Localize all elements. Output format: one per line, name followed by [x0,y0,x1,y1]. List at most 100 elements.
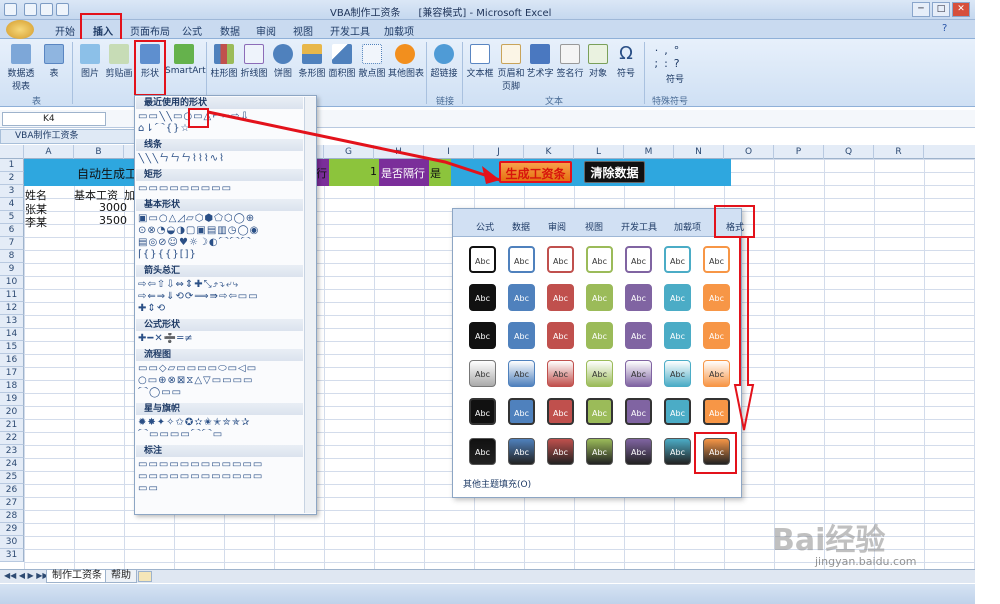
shape-row-arrows[interactable]: ⇨⇦⇧⇩⇔⇕✚⤡⤴⤵⤶⤷ [138,279,302,290]
row-header-20[interactable]: 20 [0,406,24,419]
cell-b3[interactable]: 3000 [99,201,127,214]
wordart-button[interactable]: 艺术字 [526,44,554,79]
column-header-n[interactable]: N [674,145,724,159]
style-swatch[interactable]: Abc [625,438,652,465]
cell-a4[interactable]: 李某 [25,214,47,230]
minimize-button[interactable]: ─ [912,2,930,17]
row-header-11[interactable]: 11 [0,289,24,302]
picture-button[interactable]: 图片 [78,44,102,79]
row-header-13[interactable]: 13 [0,315,24,328]
row-header-17[interactable]: 17 [0,367,24,380]
style-swatch[interactable]: Abc [703,322,730,349]
document-window-tab[interactable]: VBA制作工资条 [0,129,140,144]
style-swatch[interactable]: Abc [508,438,535,465]
sheet-tab-help[interactable]: 帮助 [105,570,137,583]
cell-b4[interactable]: 3500 [99,214,127,227]
new-sheet-icon[interactable] [138,571,152,582]
help-icon[interactable]: ? [942,23,947,34]
more-theme-fills[interactable]: 其他主题填充(O) [463,477,733,490]
style-swatch[interactable]: Abc [469,360,496,387]
style-swatch[interactable]: Abc [586,322,613,349]
column-header-p[interactable]: P [774,145,824,159]
style-swatch[interactable]: Abc [625,284,652,311]
cell-b1[interactable]: 自动生成工 [77,165,137,182]
row-header-5[interactable]: 5 [0,211,24,224]
style-swatch[interactable]: Abc [508,284,535,311]
column-header-a[interactable]: A [24,145,74,159]
tab-addins[interactable]: 加载项 [384,23,414,38]
redo-icon[interactable] [56,3,69,16]
row-header-19[interactable]: 19 [0,393,24,406]
style-swatch[interactable]: Abc [586,438,613,465]
name-box[interactable]: K4 [2,112,106,126]
style-swatch[interactable]: Abc [469,398,496,425]
style-swatch[interactable]: Abc [547,322,574,349]
gallery-tab-2[interactable]: 审阅 [548,220,566,233]
style-swatch[interactable]: Abc [547,284,574,311]
tab-formulas[interactable]: 公式 [182,23,202,38]
clipart-button[interactable]: 剪贴画 [104,44,134,79]
row-header-12[interactable]: 12 [0,302,24,315]
gallery-tab-1[interactable]: 数据 [512,220,530,233]
column-header-o[interactable]: O [724,145,774,159]
line-chart-button[interactable]: 折线图 [240,44,268,79]
row-header-10[interactable]: 10 [0,276,24,289]
style-swatch[interactable]: Abc [664,360,691,387]
office-button[interactable] [6,20,34,39]
style-swatch[interactable]: Abc [508,398,535,425]
style-swatch[interactable]: Abc [586,284,613,311]
style-swatch[interactable]: Abc [703,246,730,273]
row-header-9[interactable]: 9 [0,263,24,276]
column-chart-button[interactable]: 柱形图 [210,44,238,79]
row-header-25[interactable]: 25 [0,471,24,484]
header-footer-button[interactable]: 页眉和页脚 [496,44,526,92]
row-header-26[interactable]: 26 [0,484,24,497]
shape-row-basic[interactable]: ▣▭○△◿▱⬡⬢⬠⬡◯⊕ [138,213,302,224]
column-header-b[interactable]: B [74,145,124,159]
select-all-corner[interactable] [0,145,24,159]
shape-row-callouts[interactable]: ▭▭▭▭▭▭▭▭▭▭▭▭ [138,471,302,482]
style-swatch[interactable]: Abc [664,398,691,425]
style-swatch[interactable]: Abc [586,360,613,387]
gallery-tab-0[interactable]: 公式 [476,220,494,233]
row-header-14[interactable]: 14 [0,328,24,341]
style-swatch[interactable]: Abc [508,246,535,273]
style-swatch[interactable]: Abc [469,246,496,273]
row-header-27[interactable]: 27 [0,497,24,510]
tab-review[interactable]: 审阅 [256,23,276,38]
shape-row-flow[interactable]: ▭▭◇▱▭▭▭▭⬭▭◁▭ [138,363,302,374]
shape-row-callouts[interactable]: ▭▭▭▭▭▭▭▭▭▭▭▭ [138,459,302,470]
style-swatch[interactable]: Abc [703,360,730,387]
close-button[interactable]: ✕ [952,2,970,17]
column-header-q[interactable]: Q [824,145,874,159]
gallery-tab-5[interactable]: 加载项 [674,220,701,233]
hyperlink-button[interactable]: 超链接 [430,44,458,79]
shape-row-equation[interactable]: ✚━✕➗═≠ [138,333,302,344]
row-header-31[interactable]: 31 [0,549,24,562]
tab-data[interactable]: 数据 [220,23,240,38]
style-swatch[interactable]: Abc [625,322,652,349]
special-symbols-icon[interactable]: ·,°;:? [650,44,690,70]
shape-row-flow[interactable]: ○▭⊕⊗⊠⧖△▽▭▭▭▭ [138,375,302,386]
style-swatch[interactable]: Abc [469,322,496,349]
row-header-8[interactable]: 8 [0,250,24,263]
sheet-tab-payslip[interactable]: 制作工资条 [46,570,108,583]
object-button[interactable]: 对象 [586,44,610,79]
style-swatch[interactable]: Abc [547,398,574,425]
tab-developer[interactable]: 开发工具 [330,23,370,38]
row-header-3[interactable]: 3 [0,185,24,198]
pie-chart-button[interactable]: 饼图 [272,44,294,79]
shape-row-flow[interactable]: ⌒◯▭▭ [138,387,302,398]
style-swatch[interactable]: Abc [508,322,535,349]
special-symbol-button[interactable]: 符号 [660,72,690,85]
shape-row-stars[interactable]: ✹✸✦✧✩✪✫✬✭✮✯✰ [138,417,302,428]
style-swatch[interactable]: Abc [469,284,496,311]
symbol-button[interactable]: Ω 符号 [614,44,638,80]
shape-row-basic[interactable]: ⊙⊗◔◒◑▢▣▤▥◷◯◉ [138,225,302,236]
scatter-chart-button[interactable]: 散点图 [358,44,386,79]
row-header-1[interactable]: 1 [0,159,24,172]
clear-data-button[interactable]: 清除数据 [584,161,645,183]
pivot-table-button[interactable]: 数据透视表 [6,44,36,92]
row-header-21[interactable]: 21 [0,419,24,432]
row-header-2[interactable]: 2 [0,172,24,185]
